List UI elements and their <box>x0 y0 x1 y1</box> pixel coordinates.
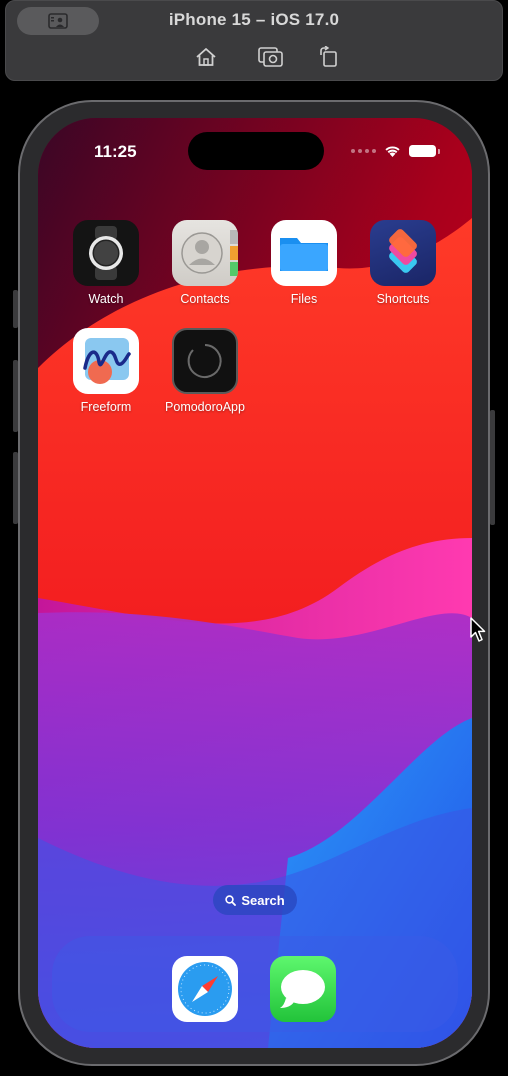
app-label: Watch <box>88 292 124 306</box>
volume-up-button <box>13 360 18 432</box>
app-label: Freeform <box>80 400 132 414</box>
volume-down-button <box>13 452 18 524</box>
contacts-icon <box>172 220 238 286</box>
dock <box>52 936 458 1032</box>
messages-icon <box>270 956 336 1022</box>
home-button[interactable] <box>193 44 219 70</box>
rotate-button[interactable] <box>316 44 342 70</box>
home-screen: 11:25 Watch Contacts Files Shortcuts Fre… <box>38 118 472 1048</box>
home-icon <box>196 48 216 66</box>
status-indicators <box>351 145 440 157</box>
files-icon <box>271 220 337 286</box>
app-pomodoro[interactable]: PomodoroApp <box>160 328 250 414</box>
spotlight-search-button[interactable]: Search <box>213 885 297 915</box>
watch-icon <box>73 220 139 286</box>
shortcuts-icon <box>370 220 436 286</box>
app-files[interactable]: Files <box>259 220 349 306</box>
side-button <box>490 410 495 525</box>
app-label: Shortcuts <box>376 292 430 306</box>
battery-icon <box>409 145 440 157</box>
search-label: Search <box>241 892 285 908</box>
app-label: PomodoroApp <box>165 400 245 414</box>
dock-app-messages[interactable] <box>258 956 348 1022</box>
rotate-icon <box>320 46 337 67</box>
app-label: Contacts <box>180 292 230 306</box>
app-freeform[interactable]: Freeform <box>61 328 151 414</box>
app-contacts[interactable]: Contacts <box>160 220 250 306</box>
simulator-title: iPhone 15 – iOS 17.0 <box>168 10 340 29</box>
action-button <box>13 290 18 328</box>
screenshot-button[interactable] <box>258 44 284 70</box>
status-time: 11:25 <box>94 142 137 161</box>
search-icon <box>225 894 237 906</box>
wifi-icon <box>385 146 400 157</box>
safari-icon <box>172 956 238 1022</box>
app-shortcuts[interactable]: Shortcuts <box>358 220 448 306</box>
dynamic-island <box>188 132 324 170</box>
screenshot-icon <box>258 47 283 67</box>
dock-app-safari[interactable] <box>160 956 250 1022</box>
pomodoro-icon <box>172 328 238 394</box>
app-label: Files <box>290 292 318 306</box>
simulator-title-bar: iPhone 15 – iOS 17.0 <box>5 0 503 81</box>
cellular-signal-icon <box>351 149 376 153</box>
app-watch[interactable]: Watch <box>61 220 151 306</box>
freeform-icon <box>73 328 139 394</box>
mouse-cursor-icon <box>470 617 486 642</box>
